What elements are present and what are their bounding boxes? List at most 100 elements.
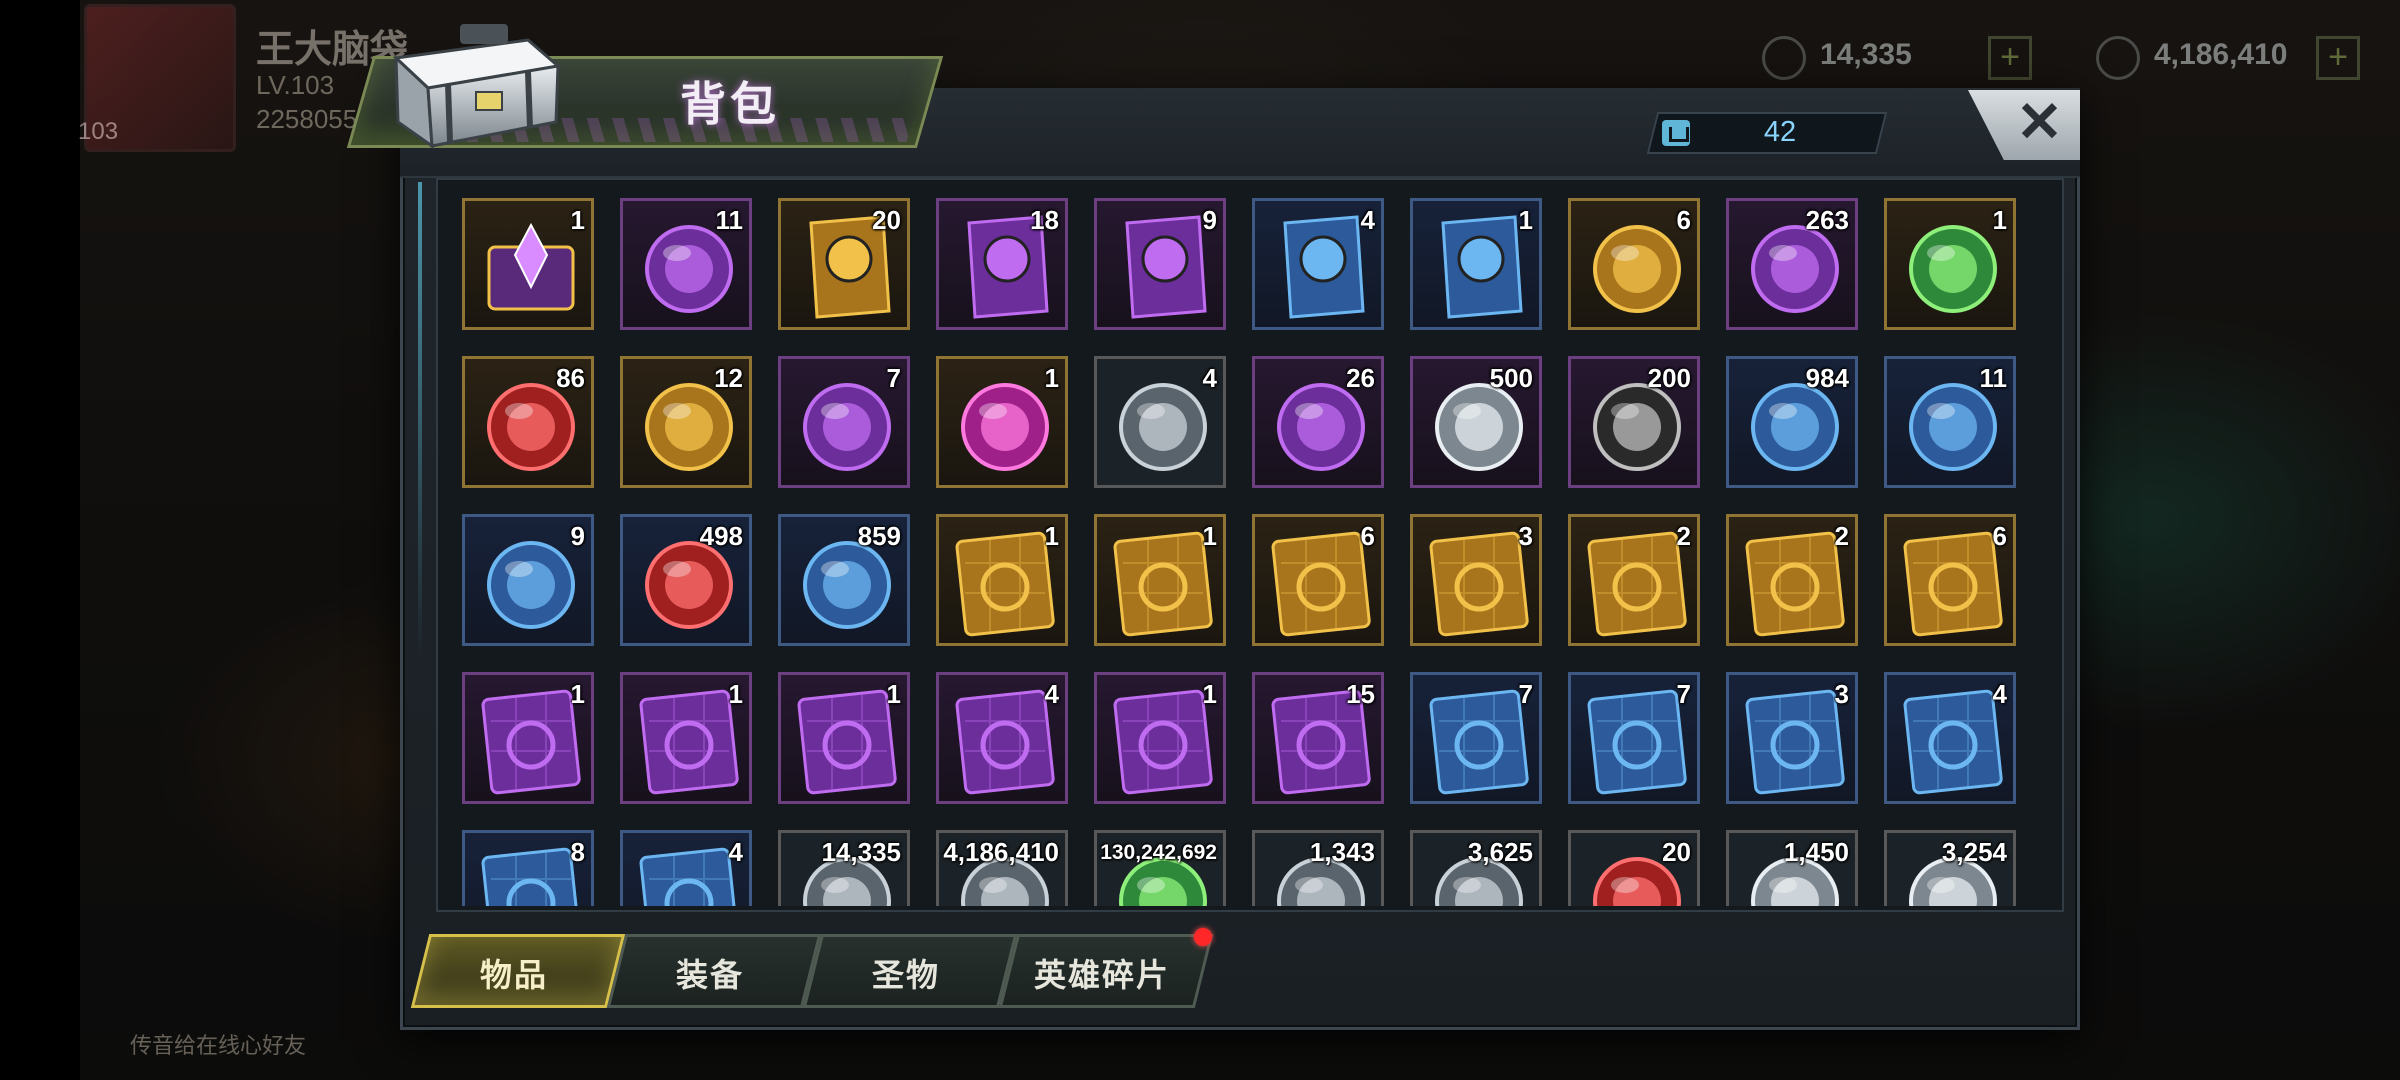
item-slot[interactable]: 20	[778, 198, 910, 330]
item-slot[interactable]: 86	[462, 356, 594, 488]
page-title: 背包	[680, 78, 780, 130]
capacity-value: 42	[1763, 116, 1797, 148]
item-slot[interactable]: 498	[620, 514, 752, 646]
item-slot[interactable]: 1	[1884, 198, 2016, 330]
item-slot[interactable]: 1,343	[1252, 830, 1384, 906]
backpack-capacity-icon	[1662, 120, 1690, 146]
item-count: 1	[570, 205, 585, 235]
item-slot[interactable]: 4	[1094, 356, 1226, 488]
item-slot[interactable]: 1	[936, 514, 1068, 646]
resource-crystal-value: 14,335	[1820, 38, 1912, 71]
item-count: 498	[699, 521, 743, 551]
resource-coin-value: 4,186,410	[2154, 38, 2288, 71]
item-count: 1,450	[1783, 837, 1849, 867]
item-slot[interactable]: 7	[1568, 672, 1700, 804]
crystal-resource-icon	[1762, 36, 1806, 80]
item-slot[interactable]: 1	[1094, 514, 1226, 646]
player-level: LV.103	[256, 70, 335, 100]
tab-relics-label: 圣物	[871, 957, 940, 993]
item-count: 984	[1805, 363, 1849, 393]
item-slot[interactable]: 2	[1726, 514, 1858, 646]
item-count: 500	[1489, 363, 1533, 393]
item-count: 8	[570, 837, 585, 867]
item-slot[interactable]: 1	[1094, 672, 1226, 804]
item-slot[interactable]: 1	[462, 198, 594, 330]
item-count: 86	[556, 363, 585, 393]
player-power: 2258055	[256, 104, 358, 134]
item-slot[interactable]: 4	[936, 672, 1068, 804]
item-count: 1	[728, 679, 743, 709]
item-slot[interactable]: 4	[1884, 672, 2016, 804]
item-slot[interactable]: 1	[936, 356, 1068, 488]
item-slot[interactable]: 6	[1252, 514, 1384, 646]
item-slot[interactable]: 1	[462, 672, 594, 804]
item-count: 18	[1030, 205, 1059, 235]
item-count: 263	[1805, 205, 1849, 235]
item-slot[interactable]: 18	[936, 198, 1068, 330]
item-count: 12	[714, 363, 743, 393]
item-count: 7	[1676, 679, 1691, 709]
item-count: 14,335	[821, 837, 901, 867]
item-slot[interactable]: 7	[778, 356, 910, 488]
item-slot[interactable]: 200	[1568, 356, 1700, 488]
item-count: 4	[1360, 205, 1375, 235]
item-slot[interactable]: 263	[1726, 198, 1858, 330]
item-grid-viewport[interactable]: 1 11 20 18 9 4 1 6 263 1 86 12 7 1 4 26 …	[446, 188, 2054, 906]
letterbox-left	[0, 0, 80, 1080]
item-slot[interactable]: 1	[778, 672, 910, 804]
item-slot[interactable]: 2	[1568, 514, 1700, 646]
item-slot[interactable]: 11	[1884, 356, 2016, 488]
item-slot[interactable]: 1	[1410, 198, 1542, 330]
item-count: 4	[728, 837, 743, 867]
item-slot[interactable]: 859	[778, 514, 910, 646]
item-slot[interactable]: 14,335	[778, 830, 910, 906]
item-count: 3,254	[1941, 837, 2007, 867]
item-slot[interactable]: 1	[620, 672, 752, 804]
item-count: 20	[872, 205, 901, 235]
item-slot[interactable]: 15	[1252, 672, 1384, 804]
item-slot[interactable]: 984	[1726, 356, 1858, 488]
item-slot[interactable]: 3,254	[1884, 830, 2016, 906]
item-count: 26	[1346, 363, 1375, 393]
item-count: 859	[857, 521, 901, 551]
item-count: 7	[1518, 679, 1533, 709]
item-count: 1	[1992, 205, 2007, 235]
item-slot[interactable]: 4	[1252, 198, 1384, 330]
item-slot[interactable]: 6	[1884, 514, 2016, 646]
item-count: 6	[1992, 521, 2007, 551]
item-slot[interactable]: 20	[1568, 830, 1700, 906]
item-count: 20	[1662, 837, 1691, 867]
tab-hero-shards-label: 英雄碎片	[1033, 957, 1170, 993]
item-slot[interactable]: 4,186,410	[936, 830, 1068, 906]
item-slot[interactable]: 1,450	[1726, 830, 1858, 906]
item-slot[interactable]: 9	[1094, 198, 1226, 330]
item-slot[interactable]: 9	[462, 514, 594, 646]
item-count: 1,343	[1309, 837, 1375, 867]
tab-items-label: 物品	[479, 957, 548, 993]
item-slot[interactable]: 7	[1410, 672, 1542, 804]
item-slot[interactable]: 11	[620, 198, 752, 330]
item-slot[interactable]: 8	[462, 830, 594, 906]
item-count: 1	[570, 679, 585, 709]
item-count: 1	[1202, 521, 1217, 551]
item-count: 3	[1834, 679, 1849, 709]
item-slot[interactable]: 26	[1252, 356, 1384, 488]
item-count: 1	[886, 679, 901, 709]
coin-resource-icon	[2096, 36, 2140, 80]
item-count: 9	[1202, 205, 1217, 235]
item-slot[interactable]: 3	[1726, 672, 1858, 804]
item-slot[interactable]: 12	[620, 356, 752, 488]
item-slot[interactable]: 130,242,692	[1094, 830, 1226, 906]
grid-accent-line	[418, 182, 422, 662]
item-count: 3,625	[1467, 837, 1533, 867]
item-count: 130,242,692	[1100, 841, 1217, 864]
item-slot[interactable]: 4	[620, 830, 752, 906]
close-icon: ✕	[2016, 90, 2063, 153]
notification-dot	[1194, 928, 1212, 946]
add-crystal-icon: +	[1988, 36, 2032, 80]
item-slot[interactable]: 500	[1410, 356, 1542, 488]
item-slot[interactable]: 6	[1568, 198, 1700, 330]
tab-equipment-label: 装备	[675, 957, 744, 993]
item-slot[interactable]: 3	[1410, 514, 1542, 646]
item-slot[interactable]: 3,625	[1410, 830, 1542, 906]
